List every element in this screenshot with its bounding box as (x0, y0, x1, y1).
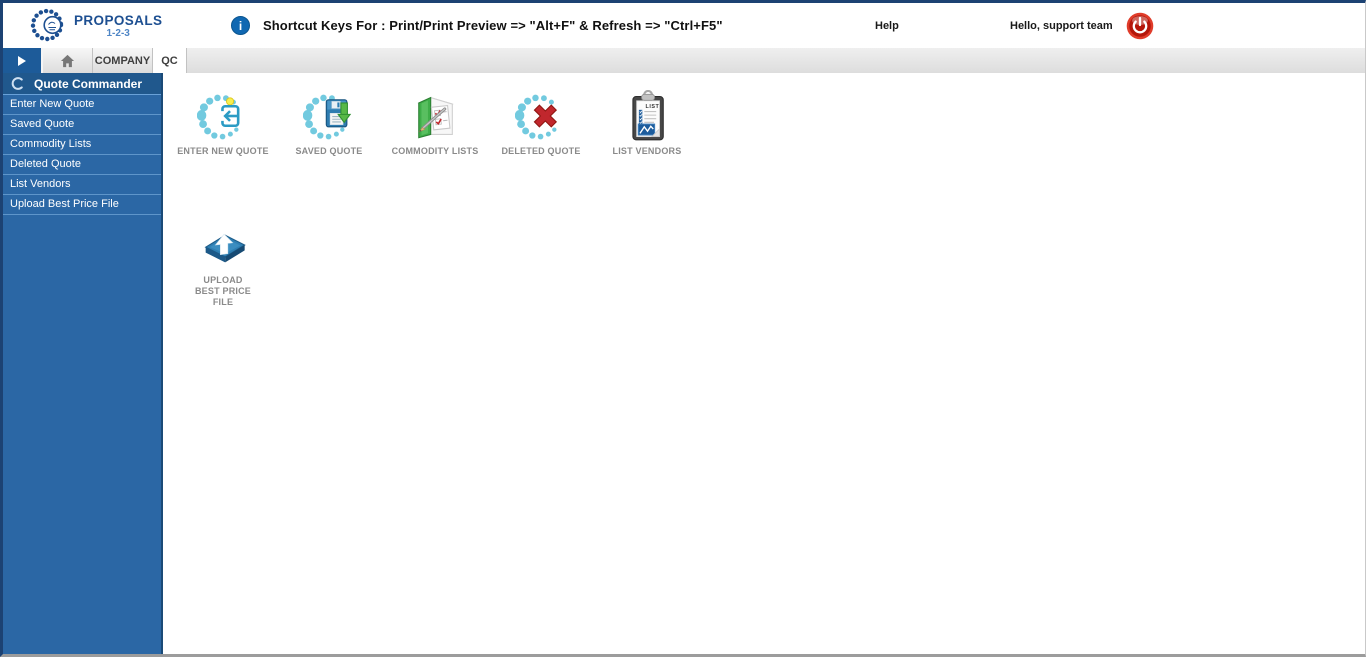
saved-quote-icon (276, 88, 382, 144)
tab-qc[interactable]: QC (153, 48, 187, 73)
shortcut-label: DELETED QUOTE (501, 146, 581, 156)
list-vendors-icon: LIST (594, 88, 700, 144)
tab-nav-arrow[interactable] (3, 48, 43, 73)
shortcut-upload-best-price-file[interactable]: UPLOAD BEST PRICE FILE (170, 217, 276, 309)
shortcut-notice-text: Shortcut Keys For : Print/Print Preview … (263, 18, 723, 33)
shortcut-enter-new-quote[interactable]: ENTER NEW QUOTE (170, 88, 276, 180)
sidebar-item-list-vendors[interactable]: List Vendors (3, 175, 161, 195)
deleted-quote-icon (488, 88, 594, 144)
top-header: PROPOSALS 1-2-3 i Shortcut Keys For : Pr… (3, 3, 1365, 48)
shortcut-list-vendors[interactable]: LIST LIST VENDORS (594, 88, 700, 180)
logo-subtitle: 1-2-3 (106, 28, 130, 39)
help-link[interactable]: Help (875, 3, 899, 48)
enter-new-quote-icon (170, 88, 276, 144)
shortcut-label: UPLOAD BEST PRICE FILE (194, 275, 251, 307)
main-content: ENTER NEW QUOTE SAVED QUOTE COMMODITY LI… (163, 73, 1365, 654)
sidebar-header: Quote Commander (3, 73, 161, 95)
shortcut-label: LIST VENDORS (612, 146, 682, 156)
logout-power-icon[interactable] (1126, 12, 1154, 40)
user-greeting: Hello, support team (1010, 19, 1113, 32)
sidebar-item-deleted-quote[interactable]: Deleted Quote (3, 155, 161, 175)
logo-title: PROPOSALS (74, 13, 163, 28)
shortcut-grid: ENTER NEW QUOTE SAVED QUOTE COMMODITY LI… (170, 88, 710, 309)
sidebar-item-enter-new-quote[interactable]: Enter New Quote (3, 95, 161, 115)
shortcut-label: COMMODITY LISTS (391, 146, 479, 156)
shortcut-saved-quote[interactable]: SAVED QUOTE (276, 88, 382, 180)
sidebar-title: Quote Commander (34, 76, 143, 91)
nav-arrow-icon (18, 55, 26, 66)
sidebar-item-saved-quote[interactable]: Saved Quote (3, 115, 161, 135)
sidebar-item-upload-best-price-file[interactable]: Upload Best Price File (3, 195, 161, 215)
sidebar-menu: Enter New Quote Saved Quote Commodity List… (3, 95, 161, 215)
shortcut-deleted-quote[interactable]: DELETED QUOTE (488, 88, 594, 180)
page: PROPOSALS 1-2-3 i Shortcut Keys For : Pr… (0, 0, 1366, 657)
svg-text:LIST: LIST (645, 104, 659, 110)
logo-text: PROPOSALS 1-2-3 (74, 13, 162, 39)
tab-company[interactable]: COMPANY (93, 48, 153, 73)
home-icon (60, 54, 75, 67)
tab-bar: COMPANY QC (3, 48, 1365, 73)
commodity-lists-icon (382, 88, 488, 144)
info-icon: i (231, 16, 250, 35)
shortcut-notice: i Shortcut Keys For : Print/Print Previe… (231, 3, 723, 48)
shortcut-label: ENTER NEW QUOTE (177, 146, 269, 156)
collapse-crescent-icon[interactable] (11, 77, 24, 90)
proposals-logo-icon (30, 8, 64, 42)
app-logo: PROPOSALS 1-2-3 (29, 6, 162, 46)
shortcut-commodity-lists[interactable]: COMMODITY LISTS (382, 88, 488, 180)
shortcut-label: SAVED QUOTE (295, 146, 363, 156)
sidebar: Quote Commander Enter New Quote Saved Quo… (3, 73, 163, 654)
sidebar-item-commodity-lists[interactable]: Commodity Lists (3, 135, 161, 155)
upload-best-price-file-icon (170, 217, 276, 273)
tab-home[interactable] (43, 48, 93, 73)
user-area: Hello, support team (1010, 3, 1154, 48)
body-row: Quote Commander Enter New Quote Saved Quo… (3, 73, 1365, 654)
